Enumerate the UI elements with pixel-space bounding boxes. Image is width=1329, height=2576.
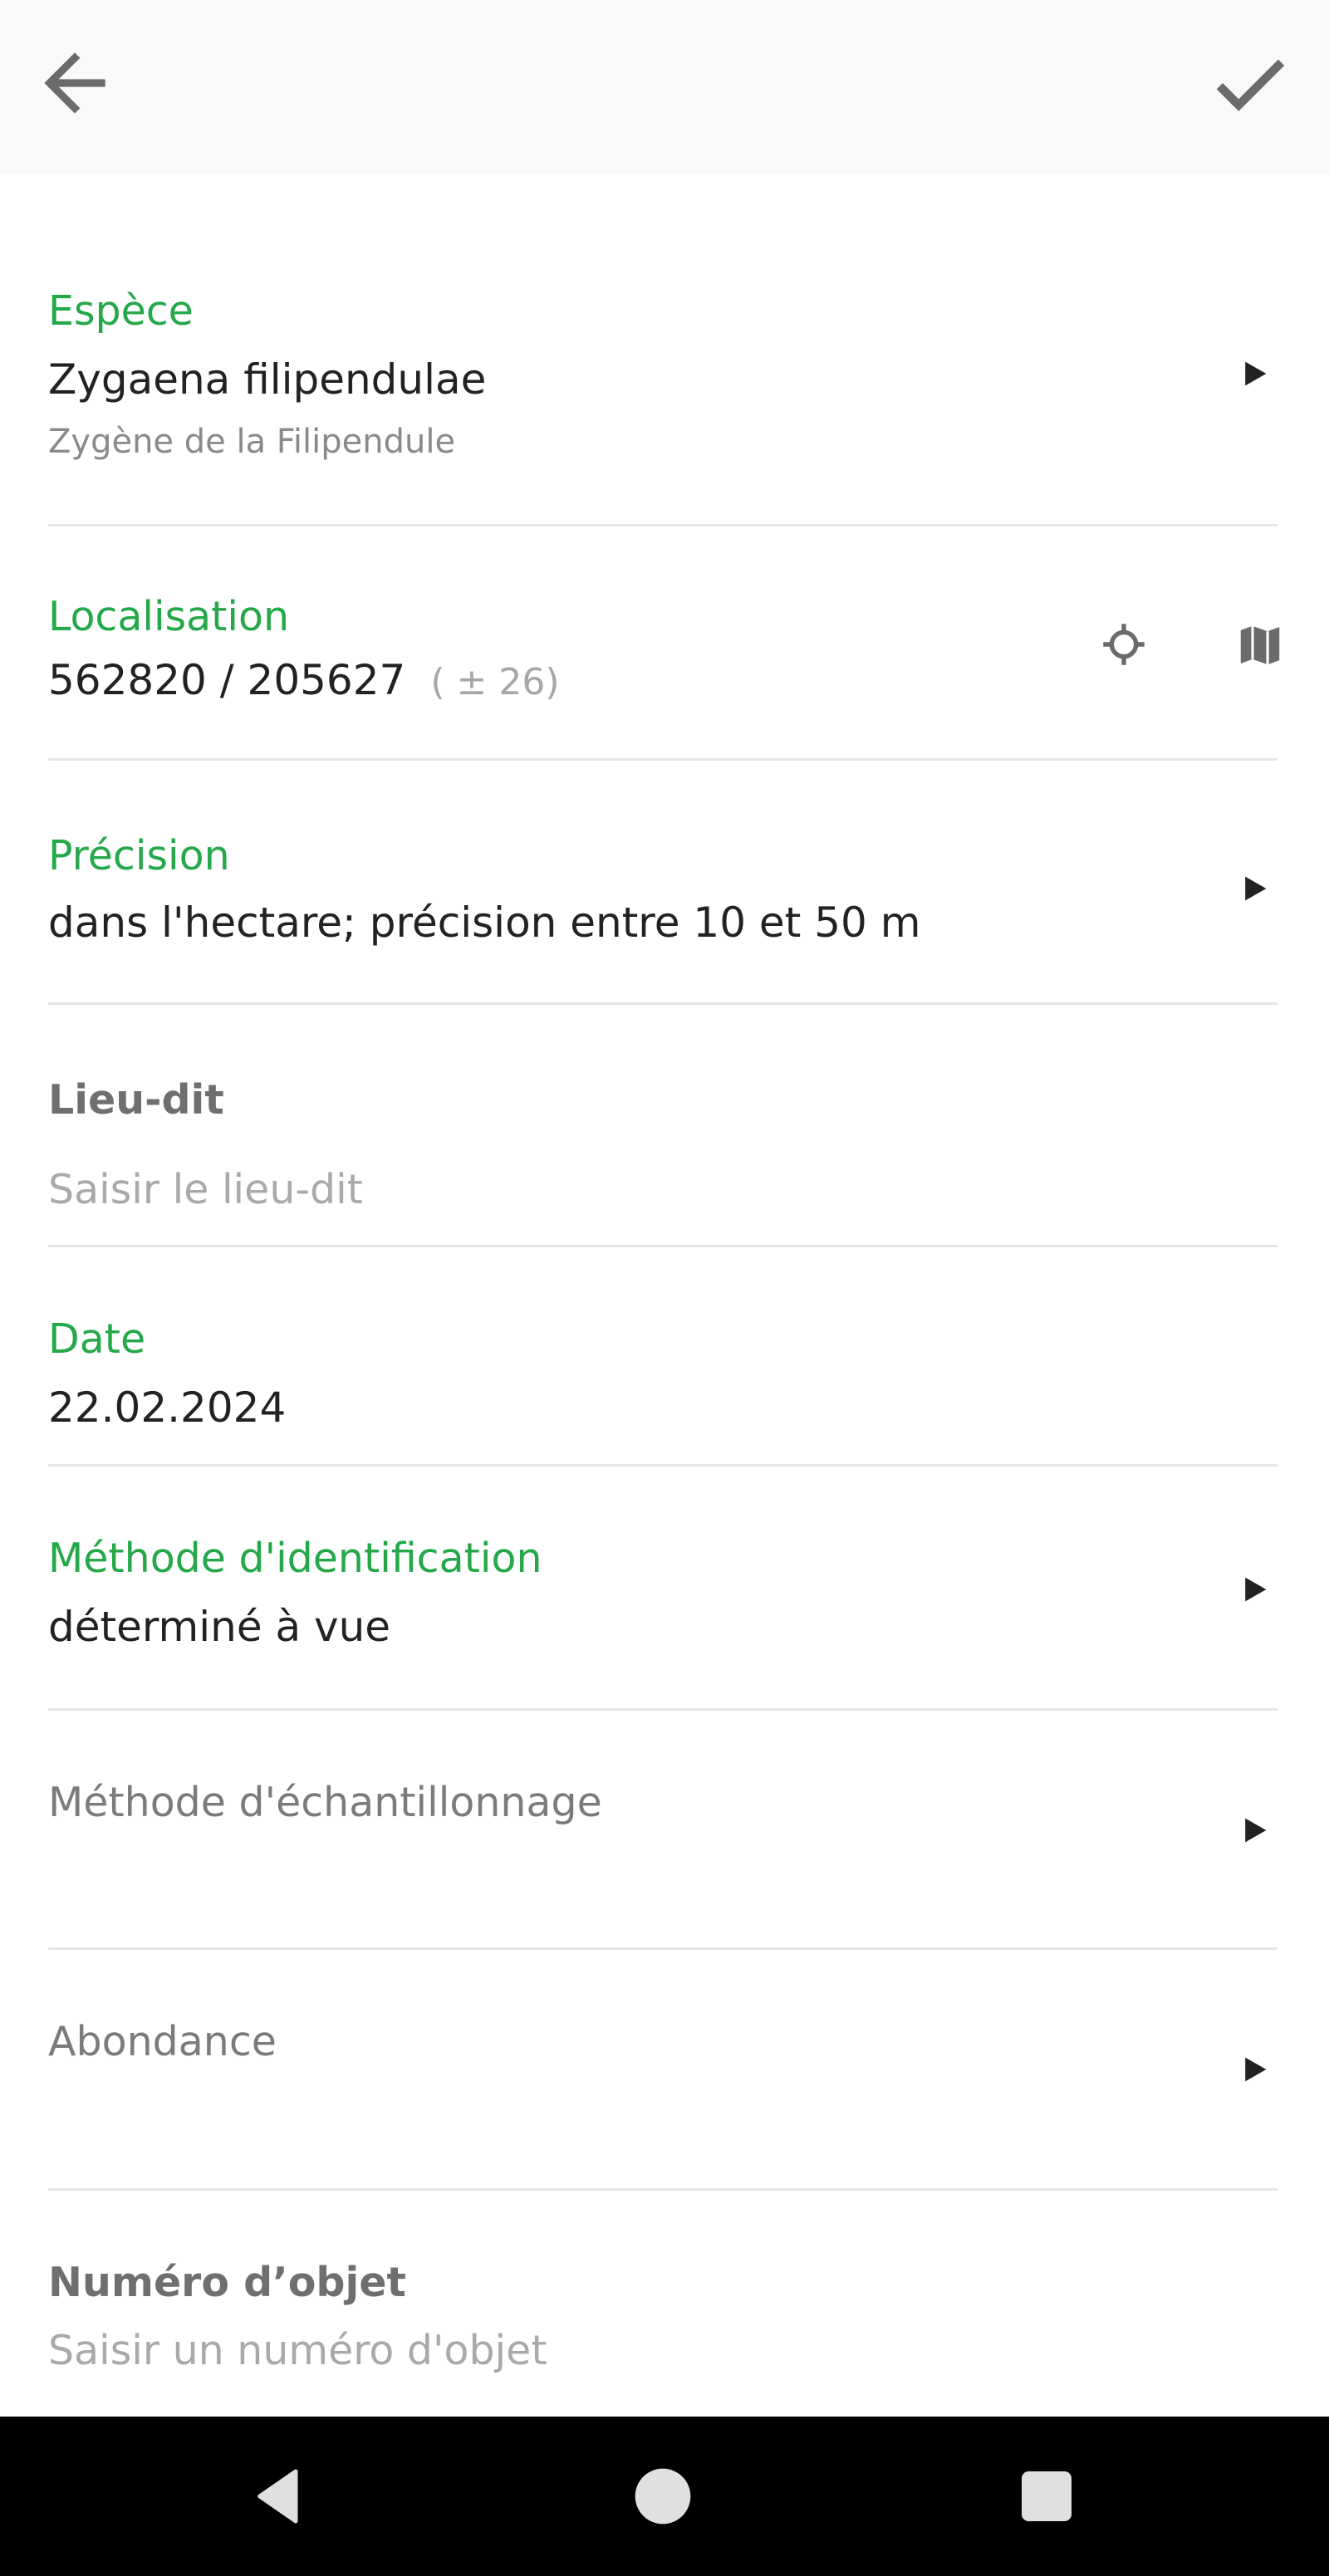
field-abondance[interactable]: Abondance bbox=[48, 1950, 1278, 2191]
methode-identification-chevron-icon bbox=[1239, 1574, 1269, 1604]
map-button[interactable] bbox=[1234, 620, 1286, 671]
nav-recents-button[interactable] bbox=[1013, 2463, 1080, 2529]
espece-chevron-icon bbox=[1239, 359, 1269, 389]
methode-echantillonnage-label: Méthode d'échantillonnage bbox=[48, 1779, 602, 1826]
espece-label: Espèce bbox=[48, 287, 194, 335]
nav-home-icon bbox=[635, 2468, 691, 2525]
localisation-value: 562820 / 205627 ( ± 26) bbox=[48, 659, 560, 701]
top-app-bar bbox=[0, 0, 1329, 174]
map-icon bbox=[1240, 625, 1280, 665]
field-espece[interactable]: Espèce Zygaena filipendulae Zygène de la… bbox=[48, 174, 1278, 526]
precision-label: Précision bbox=[48, 832, 230, 879]
date-label: Date bbox=[48, 1315, 146, 1363]
espece-common-name: Zygène de la Filipendule bbox=[48, 423, 456, 461]
field-methode-identification[interactable]: Méthode d'identification déterminé à vue bbox=[48, 1467, 1278, 1711]
methode-identification-value: déterminé à vue bbox=[48, 1603, 391, 1651]
lieu-dit-input[interactable]: Saisir le lieu-dit bbox=[48, 1169, 363, 1210]
field-precision[interactable]: Précision dans l'hectare; précision entr… bbox=[48, 761, 1278, 1005]
abondance-label: Abondance bbox=[48, 2018, 277, 2065]
gps-crosshair-icon bbox=[1103, 624, 1145, 665]
field-lieu-dit[interactable]: Lieu-dit Saisir le lieu-dit bbox=[48, 1005, 1278, 1247]
field-methode-echantillonnage[interactable]: Méthode d'échantillonnage bbox=[48, 1711, 1278, 1950]
numero-objet-label: Numéro d’objet bbox=[48, 2259, 406, 2306]
precision-chevron-icon bbox=[1239, 874, 1269, 904]
methode-identification-label: Méthode d'identification bbox=[48, 1535, 542, 1582]
localisation-accuracy: ( ± 26) bbox=[430, 661, 560, 703]
check-icon bbox=[1216, 59, 1285, 111]
localisation-coordinates: 562820 / 205627 bbox=[48, 656, 406, 704]
nav-recents-icon bbox=[1022, 2471, 1072, 2521]
nav-home-button[interactable] bbox=[630, 2463, 696, 2529]
system-navigation-bar bbox=[0, 2417, 1329, 2576]
precision-value: dans l'hectare; précision entre 10 et 50… bbox=[48, 899, 921, 947]
nav-back-icon bbox=[257, 2469, 298, 2524]
field-localisation[interactable]: Localisation 562820 / 205627 ( ± 26) bbox=[48, 526, 1280, 761]
back-button[interactable] bbox=[29, 37, 120, 129]
confirm-button[interactable] bbox=[1204, 37, 1296, 129]
methode-echantillonnage-chevron-icon bbox=[1239, 1815, 1269, 1845]
back-arrow-icon bbox=[44, 52, 105, 114]
lieu-dit-label: Lieu-dit bbox=[48, 1076, 224, 1124]
numero-objet-input[interactable]: Saisir un numéro d'objet bbox=[48, 2330, 547, 2371]
field-date[interactable]: Date 22.02.2024 bbox=[48, 1247, 1278, 1467]
field-numero-objet[interactable]: Numéro d’objet Saisir un numéro d'objet bbox=[48, 2191, 1278, 2417]
espece-value: Zygaena filipendulae bbox=[48, 355, 487, 404]
abondance-chevron-icon bbox=[1239, 2054, 1269, 2084]
localisation-label: Localisation bbox=[48, 593, 290, 640]
nav-back-button[interactable] bbox=[246, 2463, 312, 2529]
date-value: 22.02.2024 bbox=[48, 1383, 287, 1432]
gps-locate-button[interactable] bbox=[1101, 622, 1146, 667]
